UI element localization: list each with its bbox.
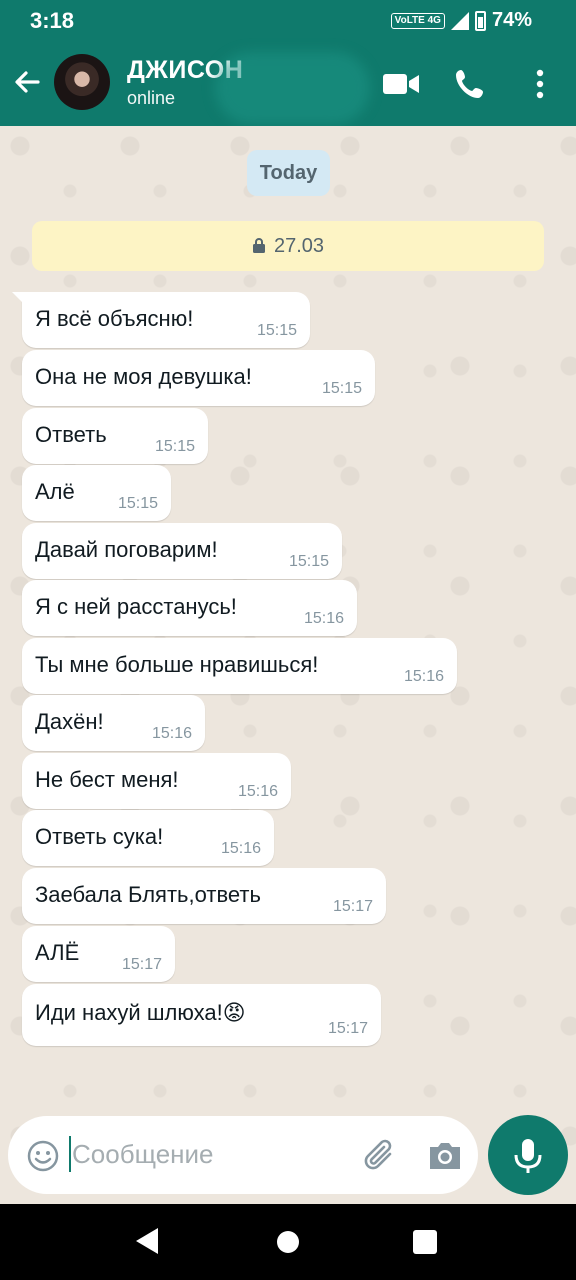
system-nav-bar xyxy=(0,1204,576,1280)
attach-icon[interactable] xyxy=(360,1136,400,1176)
message-text: Ответь xyxy=(35,422,107,447)
battery-icon xyxy=(474,10,486,31)
message-input[interactable] xyxy=(72,1134,352,1174)
message-text: Алё xyxy=(35,479,75,504)
message-time: 15:15 xyxy=(117,495,158,512)
battery-percent: 74% xyxy=(491,9,532,31)
message-time: 15:17 xyxy=(121,956,162,973)
message-bubble[interactable]: Ответь сука! 15:16 xyxy=(22,810,274,866)
message-bubble[interactable]: Ты мне больше нравишься! 15:16 xyxy=(22,638,457,694)
network-indicator: VoLTE 4G xyxy=(390,12,445,29)
message-time: 15:16 xyxy=(403,668,444,685)
avatar[interactable] xyxy=(54,54,110,110)
signal-icon xyxy=(450,11,469,30)
nav-home-icon[interactable] xyxy=(277,1231,299,1253)
message-time: 15:16 xyxy=(151,725,192,742)
message-text: Ты мне больше нравишься! xyxy=(35,652,319,677)
phone-call-icon[interactable] xyxy=(450,64,490,104)
lock-icon xyxy=(252,238,265,253)
message-bubble[interactable]: Дахён! 15:16 xyxy=(22,695,205,751)
text-cursor xyxy=(69,1136,71,1172)
encryption-notice-text: 27.03 xyxy=(273,234,325,257)
camera-icon[interactable] xyxy=(426,1137,464,1173)
blurred-region xyxy=(215,52,370,124)
message-text: Я всё объясню! xyxy=(35,306,194,331)
mic-button[interactable] xyxy=(488,1115,568,1195)
message-bubble[interactable]: Заебала Блять,ответь 15:17 xyxy=(22,868,386,924)
message-text: Иди нахуй шлюха!😡 xyxy=(35,1000,246,1025)
status-indicators: VoLTE 4G 74% xyxy=(390,9,532,32)
message-time: 15:16 xyxy=(237,783,278,800)
contact-status: online xyxy=(127,88,176,108)
message-text: АЛЁ xyxy=(35,940,80,965)
date-chip: Today xyxy=(247,150,330,196)
chat-area[interactable]: Today 27.03 Я всё объясню! 15:15 Она не … xyxy=(0,126,576,1204)
encryption-notice[interactable]: 27.03 xyxy=(32,221,544,271)
message-bubble[interactable]: Не бест меня! 15:16 xyxy=(22,753,291,809)
message-time: 15:15 xyxy=(321,380,362,397)
message-bubble[interactable]: Давай поговарим! 15:15 xyxy=(22,523,342,579)
message-time: 15:15 xyxy=(256,322,297,339)
nav-recents-icon[interactable] xyxy=(413,1230,437,1254)
message-bubble[interactable]: Ответь 15:15 xyxy=(22,408,208,464)
message-text: Она не моя девушка! xyxy=(35,364,252,389)
emoji-icon[interactable] xyxy=(26,1139,60,1173)
message-text: Ответь сука! xyxy=(35,824,164,849)
message-time: 15:17 xyxy=(327,1020,368,1037)
mic-icon xyxy=(514,1139,542,1173)
message-text: Я с ней расстанусь! xyxy=(35,594,237,619)
message-bubble[interactable]: Она не моя девушка! 15:15 xyxy=(22,350,375,406)
message-text: Не бест меня! xyxy=(35,767,179,792)
message-text: Дахён! xyxy=(35,709,104,734)
message-bubble[interactable]: АЛЁ 15:17 xyxy=(22,926,175,982)
status-time: 3:18 xyxy=(30,8,75,33)
message-time: 15:17 xyxy=(332,898,373,915)
message-time: 15:15 xyxy=(154,438,195,455)
message-text: Давай поговарим! xyxy=(35,537,218,562)
message-bubble[interactable]: Я всё объясню! 15:15 xyxy=(12,292,310,348)
bubble-tail xyxy=(12,292,24,304)
message-time: 15:16 xyxy=(303,610,344,627)
message-bubble[interactable]: Я с ней расстанусь! 15:16 xyxy=(22,580,357,636)
message-time: 15:16 xyxy=(220,840,261,857)
status-bar: 3:18 VoLTE 4G 74% xyxy=(0,0,576,44)
chat-header: ДЖИСОН online xyxy=(0,44,576,126)
nav-back-icon[interactable] xyxy=(136,1228,158,1254)
more-vertical-icon[interactable] xyxy=(526,64,554,104)
video-call-icon[interactable] xyxy=(380,66,422,102)
back-arrow-icon[interactable] xyxy=(8,62,48,102)
message-composer[interactable] xyxy=(8,1116,478,1194)
message-time: 15:15 xyxy=(288,553,329,570)
message-text: Заебала Блять,ответь xyxy=(35,882,261,907)
message-bubble[interactable]: Иди нахуй шлюха!😡 15:17 xyxy=(22,984,381,1046)
message-bubble[interactable]: Алё 15:15 xyxy=(22,465,171,521)
